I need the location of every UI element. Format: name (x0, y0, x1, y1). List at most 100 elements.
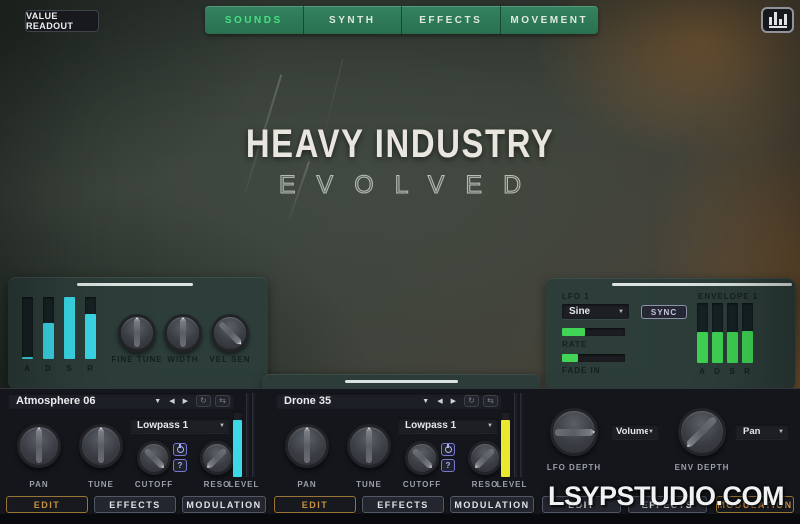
filter-help-button[interactable]: ? (173, 459, 187, 472)
cutoff-label: CUTOFF (129, 480, 179, 489)
env-target-value: Pan (735, 426, 778, 437)
pan-label: PAN (285, 480, 329, 489)
panel-handle[interactable] (345, 380, 458, 383)
chevron-down-icon: ▼ (618, 309, 629, 315)
filter-power-button[interactable] (441, 443, 455, 456)
tune-knob[interactable] (79, 424, 123, 468)
plugin-window: VALUE READOUT SOUNDS SYNTH EFFECTS MOVEM… (0, 0, 800, 524)
prev-preset-icon[interactable]: ◀ (433, 397, 446, 405)
level-label: LEVEL (490, 480, 534, 489)
filter-power-button[interactable] (173, 443, 187, 456)
panel-handle[interactable] (77, 283, 193, 286)
preset-name: Atmosphere 06 (8, 395, 150, 407)
next-preset-icon[interactable]: ▶ (447, 397, 460, 405)
sync-button[interactable]: SYNC (641, 305, 687, 319)
lfo-depth-knob[interactable] (550, 408, 598, 456)
sustain-slider[interactable] (64, 297, 75, 359)
reso-knob[interactable] (468, 441, 502, 475)
env-attack-bar[interactable] (697, 303, 708, 363)
channel-strip-1: Atmosphere 06 ▼ ◀ ▶ ↻ ⇆ Lowpass 1 ▼ ? (6, 391, 266, 521)
modulation-button[interactable]: MODULATION (182, 496, 266, 513)
watermark: LSYPSTUDIO.COM (534, 481, 798, 512)
level-fader[interactable] (501, 411, 510, 477)
preset-selector[interactable]: Drone 35 ▼ ◀ ▶ ↻ ⇆ (276, 393, 502, 409)
rate-slider[interactable] (562, 328, 625, 336)
tune-knob[interactable] (347, 424, 391, 468)
env-decay-label: D (712, 367, 723, 376)
meter-track (252, 393, 255, 477)
fade-in-label: FADE IN (562, 366, 601, 375)
vel-sen-knob[interactable] (211, 314, 249, 352)
filter-select[interactable]: Lowpass 1 ▼ (130, 418, 230, 433)
modulation-button[interactable]: MODULATION (450, 496, 534, 513)
tab-synth[interactable]: SYNTH (303, 6, 402, 34)
tune-label: TUNE (79, 480, 123, 489)
value-readout: VALUE READOUT (25, 10, 99, 32)
help-icon: ? (446, 461, 451, 470)
bottom-band (0, 514, 800, 524)
lfo-waveform-value: Sine (562, 306, 618, 317)
chevron-down-icon: ▼ (487, 423, 498, 429)
env-target-select[interactable]: Pan ▼ (735, 424, 789, 439)
env-sustain-label: S (727, 367, 738, 376)
effects-button[interactable]: EFFECTS (94, 496, 176, 513)
main-tab-bar: SOUNDS SYNTH EFFECTS MOVEMENT (205, 6, 598, 34)
reload-icon[interactable]: ↻ (196, 395, 211, 407)
product-title: HEAVY INDUSTRY (0, 122, 800, 167)
edit-button[interactable]: EDIT (274, 496, 356, 513)
lfo-envelope-panel: LFO 1 Sine ▼ SYNC RATE FADE IN ENVELOPE … (545, 278, 795, 390)
release-label: R (85, 364, 96, 373)
next-preset-icon[interactable]: ▶ (179, 397, 192, 405)
meter-track (246, 393, 249, 477)
product-subtitle: EVOLVED (0, 171, 800, 200)
preset-dropdown-icon[interactable]: ▼ (150, 398, 165, 405)
cutoff-knob[interactable] (405, 441, 439, 475)
loop-icon[interactable]: ⇆ (483, 395, 498, 407)
sustain-label: S (64, 364, 75, 373)
edit-button[interactable]: EDIT (6, 496, 88, 513)
channel-strip-2: Drone 35 ▼ ◀ ▶ ↻ ⇆ Lowpass 1 ▼ ? (274, 391, 534, 521)
level-fader[interactable] (233, 411, 242, 477)
help-icon: ? (178, 461, 183, 470)
reload-icon[interactable]: ↻ (464, 395, 479, 407)
width-knob[interactable] (164, 314, 202, 352)
power-icon (177, 446, 184, 453)
lfo-target-value: Volume (611, 426, 648, 437)
reso-knob[interactable] (200, 441, 234, 475)
meter-track (520, 393, 523, 477)
pan-knob[interactable] (17, 424, 61, 468)
tune-label: TUNE (347, 480, 391, 489)
preset-selector[interactable]: Atmosphere 06 ▼ ◀ ▶ ↻ ⇆ (8, 393, 234, 409)
tab-sounds[interactable]: SOUNDS (205, 6, 303, 34)
filter-value: Lowpass 1 (130, 420, 219, 431)
panel-handle[interactable] (612, 283, 792, 286)
env-decay-bar[interactable] (712, 303, 723, 363)
loop-icon[interactable]: ⇆ (215, 395, 230, 407)
filter-select[interactable]: Lowpass 1 ▼ (398, 418, 498, 433)
lfo-title: LFO 1 (562, 292, 590, 301)
fine-tune-knob[interactable] (118, 314, 156, 352)
attack-slider[interactable] (22, 297, 33, 359)
cutoff-knob[interactable] (137, 441, 171, 475)
env-release-bar[interactable] (742, 303, 753, 363)
preset-dropdown-icon[interactable]: ▼ (418, 398, 433, 405)
tab-movement[interactable]: MOVEMENT (500, 6, 599, 34)
amp-envelope-panel: A D S R FINE TUNE WIDTH VEL SEN (8, 277, 268, 390)
release-slider[interactable] (85, 297, 96, 359)
effects-button[interactable]: EFFECTS (362, 496, 444, 513)
prev-preset-icon[interactable]: ◀ (165, 397, 178, 405)
fade-in-slider[interactable] (562, 354, 625, 362)
tab-effects[interactable]: EFFECTS (401, 6, 500, 34)
filter-help-button[interactable]: ? (441, 459, 455, 472)
power-icon (445, 446, 452, 453)
lfo-waveform-select[interactable]: Sine ▼ (562, 304, 629, 319)
env-sustain-bar[interactable] (727, 303, 738, 363)
env-depth-knob[interactable] (678, 408, 726, 456)
pan-knob[interactable] (285, 424, 329, 468)
lfo-target-select[interactable]: Volume ▼ (611, 424, 659, 439)
decay-slider[interactable] (43, 297, 54, 359)
meter-track (514, 393, 517, 477)
level-meter-button[interactable] (761, 7, 794, 33)
preset-name: Drone 35 (276, 395, 418, 407)
decay-label: D (43, 364, 54, 373)
